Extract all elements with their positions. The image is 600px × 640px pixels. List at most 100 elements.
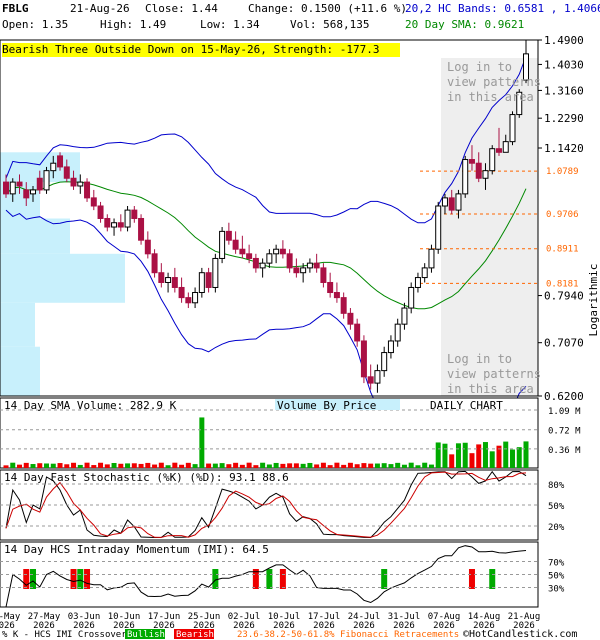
candle-body-29 <box>198 272 205 294</box>
volume-bar-75 <box>509 449 515 468</box>
candle-body-72 <box>489 148 496 172</box>
volume-bar-62 <box>422 462 428 468</box>
volume-bar-47 <box>320 462 326 468</box>
volume-bar-54 <box>368 463 374 468</box>
volume-bar-28 <box>192 464 198 468</box>
volume-bar-29 <box>199 417 205 468</box>
volume-bar-6 <box>44 463 50 468</box>
volume-bar-0 <box>3 465 9 468</box>
watermark-bottom-1: Log in to <box>447 352 512 366</box>
candle-body-59 <box>401 307 408 325</box>
imi-crossover-3 <box>23 569 30 589</box>
price-tick-label-6: 0.7070 <box>544 337 584 350</box>
volume-bar-11 <box>77 464 83 468</box>
volume-bar-31 <box>212 463 218 468</box>
imi-tick-label-1: 50% <box>548 572 565 582</box>
candle-body-2 <box>16 181 23 187</box>
candle-body-52 <box>354 323 361 342</box>
candle-body-12 <box>84 181 91 199</box>
volume-bar-39 <box>266 464 272 468</box>
volume-bar-50 <box>341 464 347 468</box>
candle-body-41 <box>279 248 286 255</box>
imi-crossover-39 <box>266 569 273 589</box>
candle-body-70 <box>475 162 482 179</box>
imi-crossover-56 <box>381 569 388 589</box>
imi-crossover-4 <box>30 569 37 589</box>
candle-body-33 <box>225 230 232 241</box>
volume-bar-70 <box>476 444 482 468</box>
volume-bar-13 <box>91 465 97 468</box>
date-axis: 20-May202627-May202603-Jun202610-Jun2026… <box>0 612 540 631</box>
volume-bar-56 <box>381 463 387 468</box>
candle-body-46 <box>313 262 320 269</box>
volume-bar-41 <box>280 463 286 468</box>
watermark-top-1: Log in to <box>447 60 512 74</box>
candle-body-35 <box>239 248 246 255</box>
volume-bar-1 <box>10 462 16 468</box>
candle-body-68 <box>462 159 469 195</box>
candle-body-64 <box>435 205 442 250</box>
volume-bar-65 <box>442 443 448 468</box>
candle-body-1 <box>9 181 16 195</box>
volume-bar-43 <box>293 463 299 468</box>
fib-label-0: 1.0789 <box>546 167 579 177</box>
volume-bar-8 <box>57 463 63 468</box>
imi-crossover-69 <box>468 569 475 589</box>
volume-bar-34 <box>233 462 239 468</box>
candle-body-36 <box>246 253 253 259</box>
volume-bar-38 <box>260 462 266 468</box>
candle-body-48 <box>327 281 334 294</box>
volume-bar-59 <box>401 464 407 468</box>
volume-bar-45 <box>307 462 313 468</box>
candle-body-6 <box>43 170 50 191</box>
volume-bar-22 <box>152 464 158 468</box>
candle-body-3 <box>23 189 30 199</box>
candle-body-49 <box>333 292 340 299</box>
fib-label-3: 0.8181 <box>546 279 579 289</box>
volume-by-price-label: Volume By Price <box>277 399 376 412</box>
candle-body-0 <box>3 181 9 195</box>
volume-bar-37 <box>253 465 259 468</box>
volume-bar-46 <box>314 464 320 468</box>
candle-body-8 <box>57 155 64 168</box>
candle-body-65 <box>441 197 448 207</box>
pattern-zone <box>441 58 538 396</box>
volume-bar-10 <box>71 462 77 468</box>
price-tick-label-1: 1.4030 <box>544 58 584 71</box>
watermark-bottom-3: in this area <box>447 382 534 396</box>
volume-bar-17 <box>118 463 124 468</box>
imi-crossover-72 <box>489 569 496 589</box>
candle-body-67 <box>455 193 462 211</box>
volume-tick-label-1: 0.72 M <box>548 427 581 437</box>
price-tick-label-7: 0.6200 <box>544 390 584 403</box>
volume-bar-74 <box>503 441 509 468</box>
imi-crossover-10 <box>70 569 77 589</box>
candle-body-53 <box>360 340 367 378</box>
volume-bar-26 <box>179 464 185 468</box>
candle-body-28 <box>192 292 199 304</box>
volume-tick-label-0: 1.09 M <box>548 407 581 417</box>
candle-body-57 <box>387 340 394 354</box>
candle-body-13 <box>90 197 97 207</box>
price-tick-label-3: 1.2290 <box>544 112 584 125</box>
candle-body-38 <box>259 262 266 269</box>
candle-body-5 <box>36 177 43 191</box>
volume-bar-27 <box>185 462 191 468</box>
price-tick-label-0: 1.4900 <box>544 34 584 47</box>
volume-bar-57 <box>388 464 394 468</box>
candle-body-15 <box>104 217 111 228</box>
imi-crossover-11 <box>77 569 84 589</box>
volume-bar-69 <box>469 453 475 468</box>
volume-bar-48 <box>327 465 333 468</box>
watermark-top-3: in this area <box>447 90 534 104</box>
volume-bar-61 <box>415 465 421 468</box>
volume-bar-52 <box>354 464 360 468</box>
volume-bar-77 <box>523 441 529 468</box>
candle-body-27 <box>185 297 192 304</box>
candle-body-16 <box>111 222 118 228</box>
candle-body-75 <box>509 114 516 143</box>
volume-bar-35 <box>239 464 245 468</box>
volume-bar-4 <box>30 464 36 468</box>
volume-bar-55 <box>374 463 380 468</box>
candle-body-74 <box>502 141 509 153</box>
